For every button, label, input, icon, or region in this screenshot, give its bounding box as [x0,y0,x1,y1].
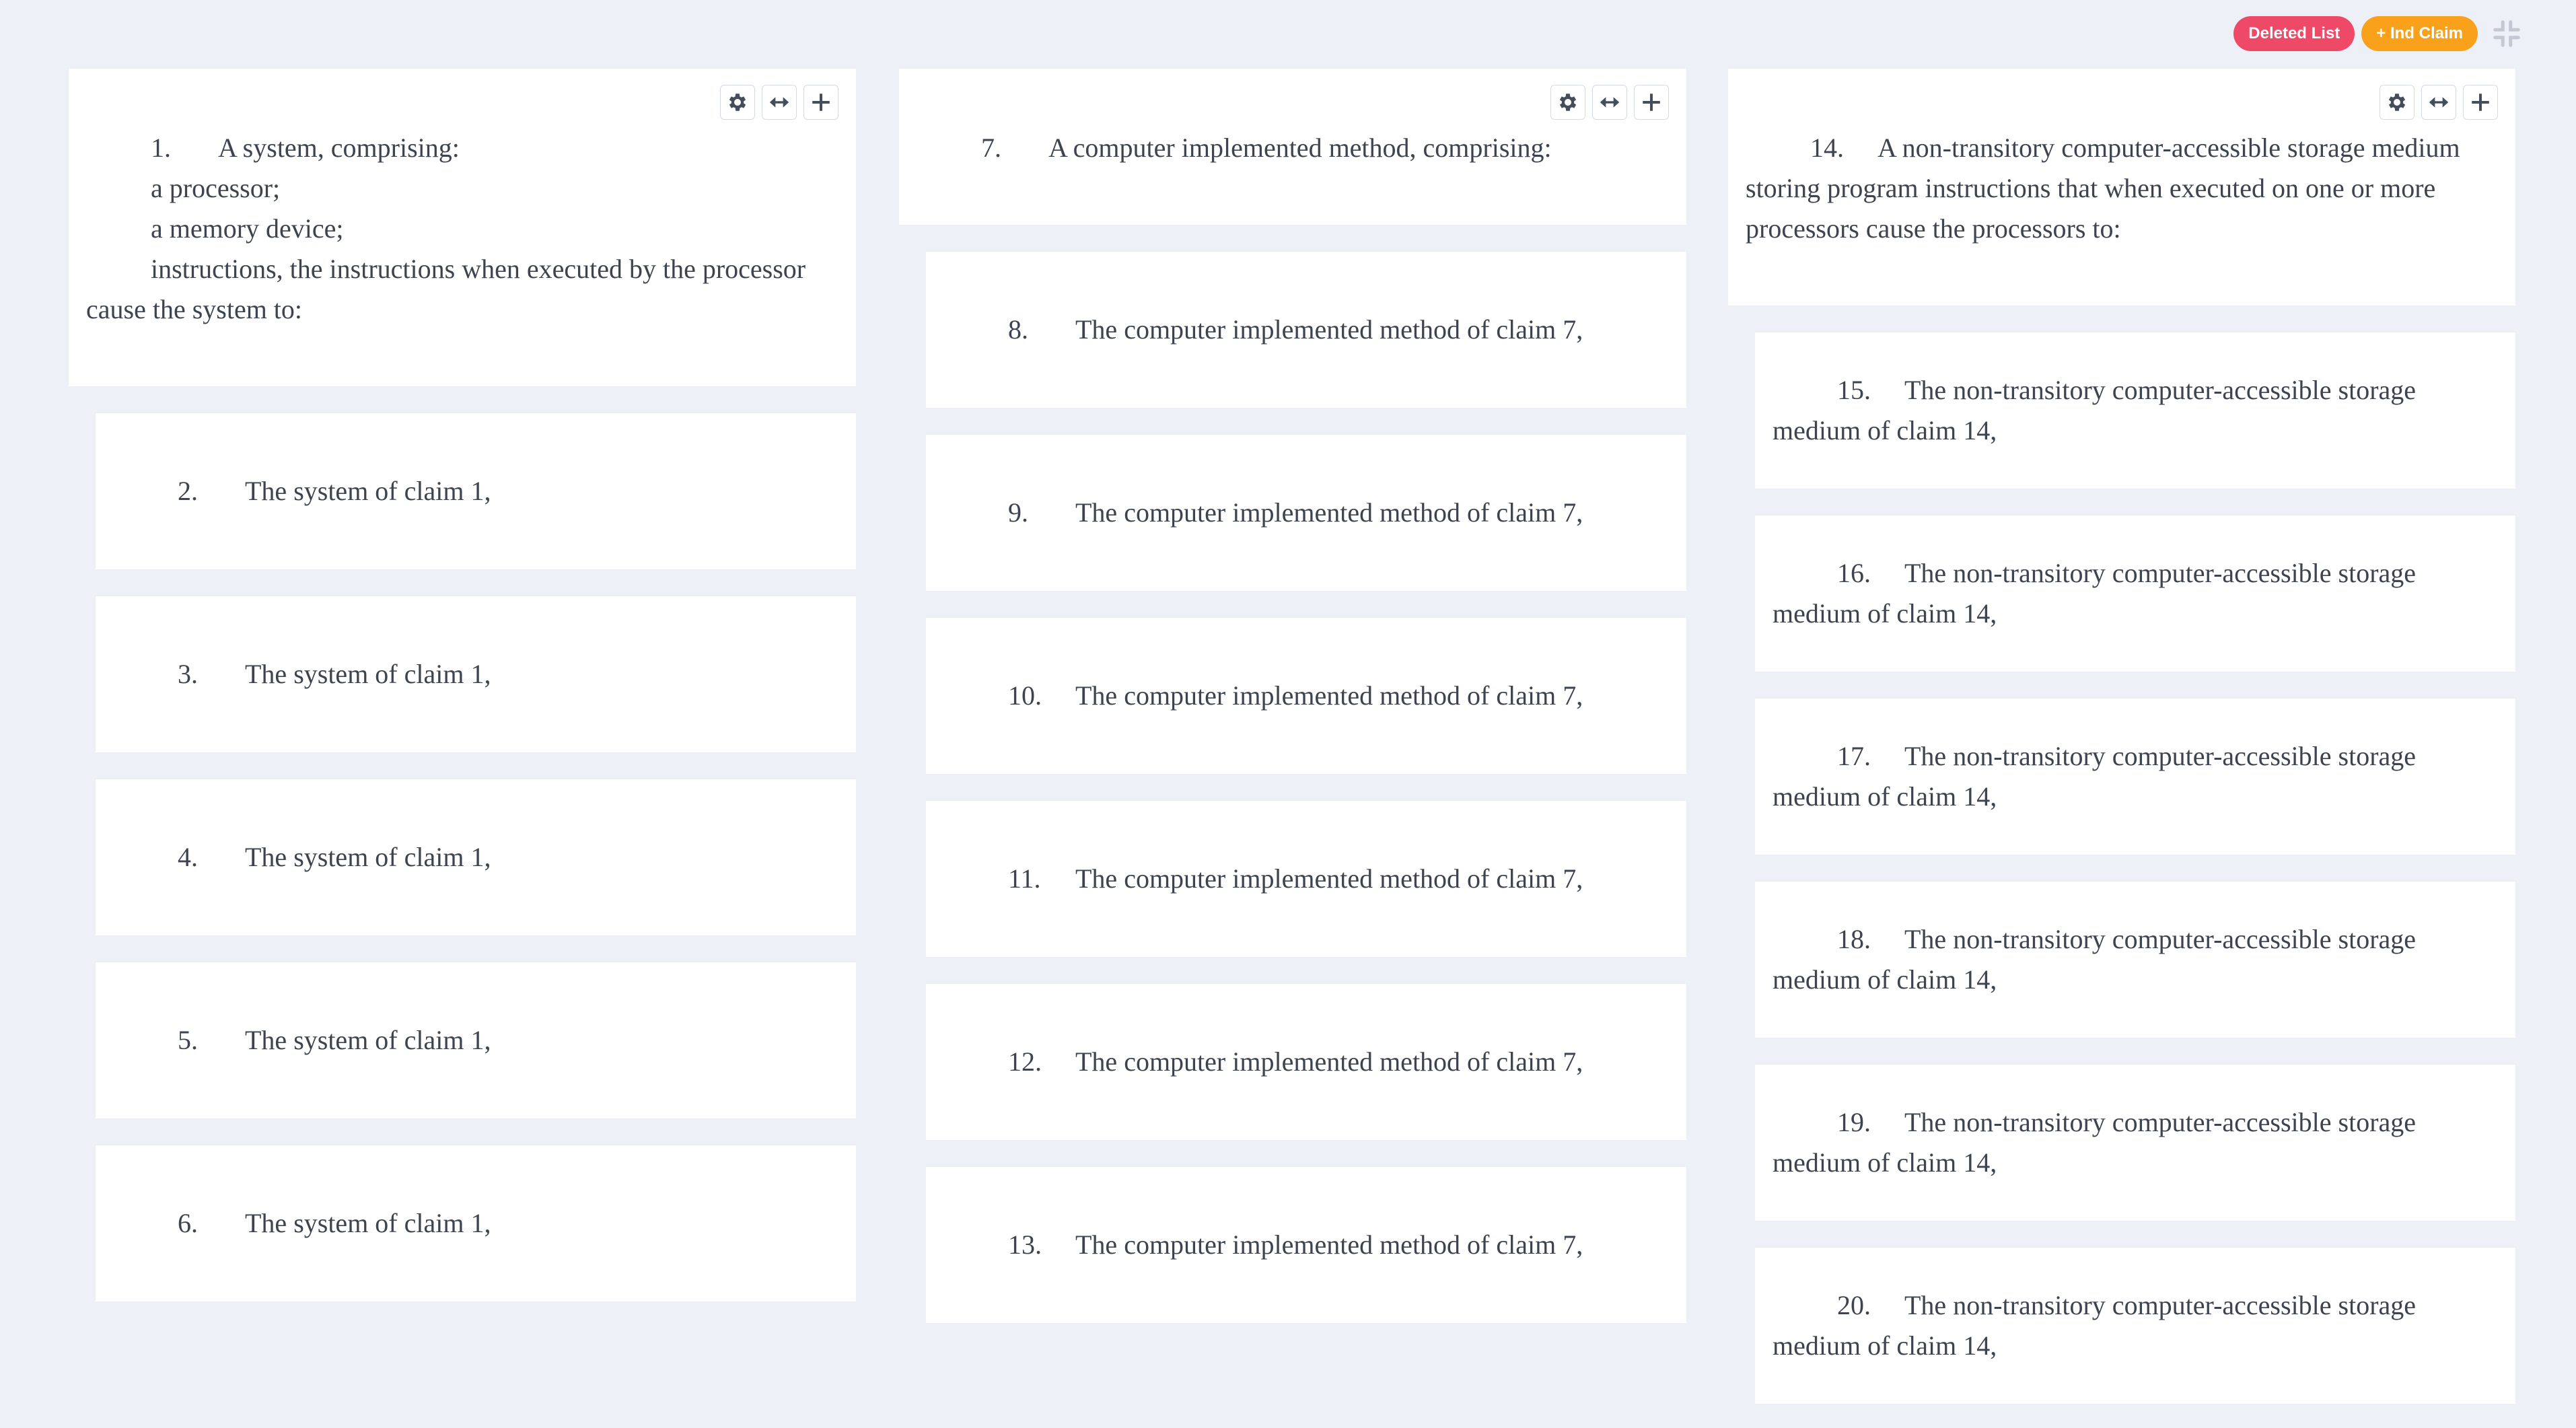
dependent-claim-card[interactable]: 20. The non-transitory computer-accessibl… [1755,1248,2515,1404]
collapse-icon[interactable] [2491,18,2522,49]
add-dependent-claim-button[interactable] [803,85,838,120]
claim-number: 1. [151,133,171,163]
claim-column-2: 7. A computer implemented method, compris… [899,69,1686,1323]
settings-button[interactable] [2380,85,2414,120]
dependent-claim-card[interactable]: 12. The computer implemented method of cl… [926,984,1686,1140]
claim-text: 11. The computer implemented method of cl… [943,859,1583,899]
claim-number: 8. [1008,314,1028,345]
gear-icon [1559,94,1577,111]
claim-number: 19. [1837,1107,1871,1137]
dependent-claim-card[interactable]: 3. The system of claim 1, [96,596,856,752]
claim-number: 6. [178,1208,198,1238]
claim-number: 16. [1837,558,1871,588]
claim-text: 10. The computer implemented method of cl… [943,676,1583,716]
claim-line: a memory device; [151,213,344,244]
claim-text: 8. The computer implemented method of cla… [943,310,1583,350]
dependent-claim-card[interactable]: 18. The non-transitory computer-accessibl… [1755,882,2515,1038]
add-independent-claim-button[interactable]: + Ind Claim [2361,16,2478,51]
claim-text: 5. The system of claim 1, [113,1020,491,1061]
claim-text: 20. The non-transitory computer-accessibl… [1773,1285,2467,1366]
claim-line: 1. A system, comprising: [86,128,809,168]
claim-text: 3. The system of claim 1, [113,654,491,694]
plus-icon [1643,94,1660,111]
dependent-claim-card[interactable]: 15. The non-transitory computer-accessibl… [1755,332,2515,489]
gear-icon [2388,94,2406,111]
claim-controls [1550,85,1669,120]
gear-icon [729,94,746,111]
claim-number: 13. [1008,1229,1042,1260]
settings-button[interactable] [720,85,755,120]
claim-number: 4. [178,842,198,872]
claim-number: 14. [1810,133,1844,163]
claim-number: 17. [1837,741,1871,771]
claim-number: 5. [178,1025,198,1055]
claim-number: 3. [178,659,198,689]
add-dependent-claim-button[interactable] [2463,85,2498,120]
claim-controls [720,85,838,120]
claim-number: 7. [981,133,1001,163]
dependent-claim-card[interactable]: 4. The system of claim 1, [96,779,856,935]
claim-line: a processor; [151,173,281,203]
independent-claim-card[interactable]: 7. A computer implemented method, compris… [899,69,1686,225]
claim-text: 17. The non-transitory computer-accessibl… [1773,736,2467,817]
plus-icon [2472,94,2489,111]
claim-number: 9. [1008,497,1028,528]
claim-number: 2. [178,476,198,506]
claim-text: 1. A system, comprising: a processor; a m… [86,128,809,330]
dependent-claim-card[interactable]: 17. The non-transitory computer-accessibl… [1755,699,2515,855]
add-dependent-claim-button[interactable] [1634,85,1669,120]
claim-column-1: 1. A system, comprising: a processor; a m… [69,69,856,1301]
claim-number: 10. [1008,680,1042,711]
claim-text: 2. The system of claim 1, [113,471,491,511]
arrows-horizontal-icon [1600,97,1620,108]
claim-text: 13. The computer implemented method of cl… [943,1225,1583,1265]
dependent-claim-card[interactable]: 8. The computer implemented method of cla… [926,252,1686,408]
dependent-claim-card[interactable]: 9. The computer implemented method of cla… [926,435,1686,591]
claim-number: 20. [1837,1290,1871,1320]
claim-number: 11. [1008,863,1041,894]
claim-controls [2380,85,2498,120]
dependent-claim-card[interactable]: 13. The computer implemented method of cl… [926,1167,1686,1323]
claim-text: 12. The computer implemented method of cl… [943,1042,1583,1082]
dependent-claim-card[interactable]: 2. The system of claim 1, [96,413,856,569]
claim-number: 15. [1837,375,1871,405]
claim-text: 6. The system of claim 1, [113,1203,491,1244]
claim-line: instructions, the instructions when exec… [86,254,806,324]
expand-width-button[interactable] [762,85,797,120]
claim-text: 18. The non-transitory computer-accessibl… [1773,919,2467,1000]
expand-width-button[interactable] [1592,85,1627,120]
deleted-list-button[interactable]: Deleted List [2233,16,2355,51]
arrows-horizontal-icon [2429,97,2449,108]
arrows-horizontal-icon [769,97,789,108]
claim-text: 4. The system of claim 1, [113,837,491,878]
dependent-claim-card[interactable]: 11. The computer implemented method of cl… [926,801,1686,957]
claim-text: 7. A computer implemented method, compris… [917,128,1639,168]
dependent-claim-card[interactable]: 5. The system of claim 1, [96,962,856,1118]
dependent-claim-card[interactable]: 6. The system of claim 1, [96,1145,856,1301]
top-toolbar: Deleted List + Ind Claim [2233,16,2522,51]
expand-width-button[interactable] [2421,85,2456,120]
claim-text: 14. A non-transitory computer-accessible … [1746,128,2468,249]
dependent-claim-card[interactable]: 10. The computer implemented method of cl… [926,618,1686,774]
claim-number: 18. [1837,924,1871,954]
dependent-claim-card[interactable]: 16. The non-transitory computer-accessibl… [1755,515,2515,672]
claim-column-3: 14. A non-transitory computer-accessible … [1728,69,2515,1404]
independent-claim-card[interactable]: 14. A non-transitory computer-accessible … [1728,69,2515,306]
claim-number: 12. [1008,1046,1042,1077]
claim-text: 19. The non-transitory computer-accessibl… [1773,1102,2467,1183]
claim-text: 16. The non-transitory computer-accessibl… [1773,553,2467,634]
settings-button[interactable] [1550,85,1585,120]
dependent-claim-card[interactable]: 19. The non-transitory computer-accessibl… [1755,1065,2515,1221]
claim-text: 15. The non-transitory computer-accessibl… [1773,370,2467,451]
claim-text: 9. The computer implemented method of cla… [943,493,1583,533]
independent-claim-card[interactable]: 1. A system, comprising: a processor; a m… [69,69,856,386]
plus-icon [812,94,830,111]
